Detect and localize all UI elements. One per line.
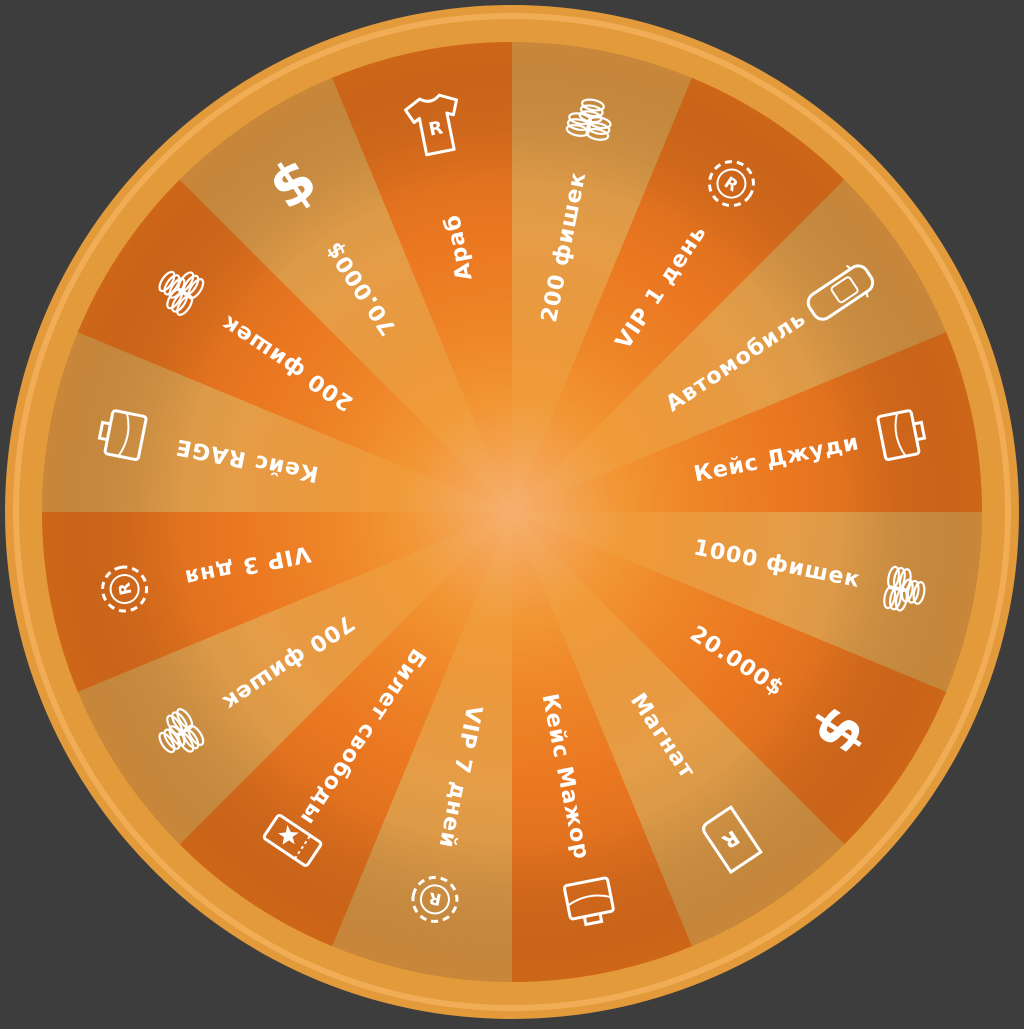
fortune-wheel[interactable]: 200 фишек VIP 1 деньRАвтомобильКейс Джуди… — [0, 0, 1024, 1024]
fortune-wheel-stage: 200 фишек VIP 1 день R Автомобиль Кейс Джуди… — [0, 0, 1024, 1024]
wheel-center-glow — [42, 42, 982, 982]
